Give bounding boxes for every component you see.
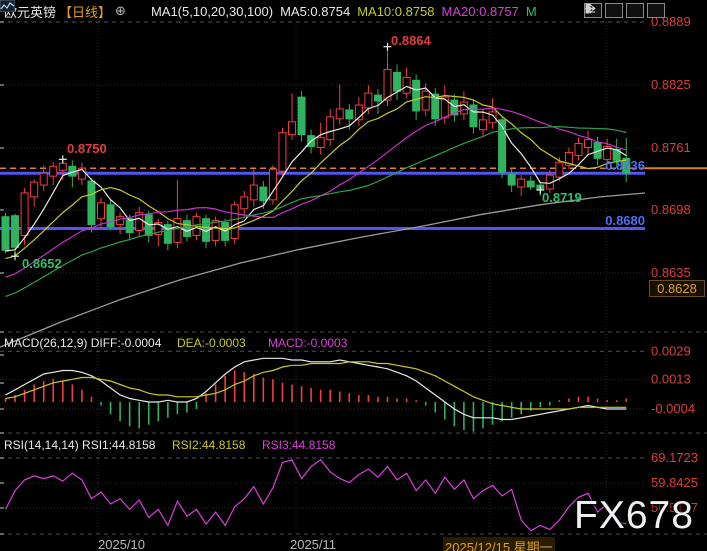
price-axis-label: 0.8698 [651, 202, 691, 217]
candle-body [298, 97, 305, 135]
macd-axis-label: 0.0029 [651, 343, 691, 358]
exit-right-icon[interactable] [647, 3, 665, 18]
candle-body [470, 105, 477, 127]
candle-body [346, 110, 353, 119]
candle-body [365, 93, 372, 108]
chart-window: 0.88890.88250.87610.86980.86350.00290.00… [0, 0, 707, 551]
mini-chart-icon [133, 5, 148, 17]
candle-body [241, 197, 248, 209]
candle-body [508, 174, 515, 185]
rsi-line [6, 460, 627, 531]
ma20-value: MA20:0.8757 [442, 4, 519, 19]
candle-body [518, 179, 525, 187]
chart-toolbar [584, 3, 665, 18]
local-high-label: 0.8750 [67, 141, 107, 156]
candle-body [21, 193, 28, 235]
candle-body [107, 205, 114, 227]
candle-body [394, 72, 401, 91]
rsi-axis-label: 59.8425 [651, 475, 698, 490]
candle-body [289, 122, 296, 135]
candle-body [212, 221, 219, 241]
rsi-label: RSI(14,14,14) RSI1:44.8158 [4, 438, 155, 452]
chart-canvas[interactable]: 0.88890.88250.87610.86980.86350.00290.00… [0, 0, 707, 551]
ma-settings-label: MA1(5,10,20,30,100) [151, 4, 273, 19]
price-axis-label: 0.8825 [651, 77, 691, 92]
swing-high-label: 0.8864 [391, 33, 431, 48]
ma10-value: MA10:0.8758 [357, 4, 434, 19]
ma100-line [0, 193, 645, 347]
recent-low-label: 0.8719 [542, 190, 582, 205]
candle-body [441, 97, 448, 118]
candle-body [336, 109, 343, 119]
rsi3-label: RSI3:44.8158 [262, 438, 335, 452]
candle-body [460, 102, 467, 114]
candle-body [585, 140, 592, 148]
candle-body [422, 91, 429, 110]
candle-body [88, 181, 95, 224]
candle-body [12, 216, 19, 248]
period-tag[interactable]: 【日线】 [59, 2, 111, 21]
rsi-axis-label: 69.1723 [651, 450, 698, 465]
candle-body [231, 205, 238, 239]
candle-body [98, 203, 105, 219]
support-level-label: 0.8680 [565, 213, 645, 228]
macd-dea-label: DEA:-0.0003 [177, 336, 246, 350]
watermark: FX678 [574, 494, 694, 538]
macd-macd-label: MACD:-0.0003 [268, 336, 347, 350]
candle-body [31, 182, 38, 197]
candle-body [2, 217, 9, 251]
month-label: 2025/10 [98, 537, 145, 551]
candle-body [279, 133, 286, 172]
candle-body [317, 138, 324, 148]
macd-label: MACD(26,12,9) DIFF:-0.0004 [4, 336, 161, 350]
candle-body [183, 221, 190, 237]
current-date-label: 2025/12/15 星期一 [443, 537, 555, 551]
rsi2-label: RSI2:44.8158 [172, 438, 245, 452]
macd-axis-label: -0.0004 [651, 401, 695, 416]
price-axis-label: 0.8761 [651, 140, 691, 155]
expand-icon[interactable]: ⊕ [115, 3, 126, 19]
candle-body [374, 95, 381, 101]
macd-axis-label: 0.0013 [651, 371, 691, 386]
macd-dea-line [6, 362, 627, 409]
candle-body [117, 217, 124, 225]
ma20-line [6, 108, 627, 277]
axis-scale-icon[interactable] [605, 3, 623, 18]
play-chart-icon[interactable] [626, 3, 644, 18]
candle-body [556, 162, 563, 177]
macd-diff-line [6, 358, 627, 419]
candle-body [40, 173, 47, 185]
candle-body [327, 117, 334, 140]
candle-body [260, 187, 267, 201]
axis-price-badge: 0.8628 [649, 280, 705, 297]
current-price-label: 0.8736 [565, 158, 645, 173]
candle-body [480, 120, 487, 130]
candle-body [50, 166, 57, 176]
candle-body [527, 181, 534, 187]
price-axis-label: 0.8635 [651, 265, 691, 280]
candle-body [575, 144, 582, 156]
month-label: 2025/11 [290, 537, 336, 551]
candle-body [59, 163, 66, 170]
candle-body [403, 77, 410, 93]
swing-low-label: 0.8652 [22, 256, 62, 271]
ma30-value-truncated: M [526, 4, 537, 19]
candle-body [250, 185, 257, 200]
ma5-value: MA5:0.8754 [280, 4, 350, 19]
candle-body [413, 80, 420, 111]
